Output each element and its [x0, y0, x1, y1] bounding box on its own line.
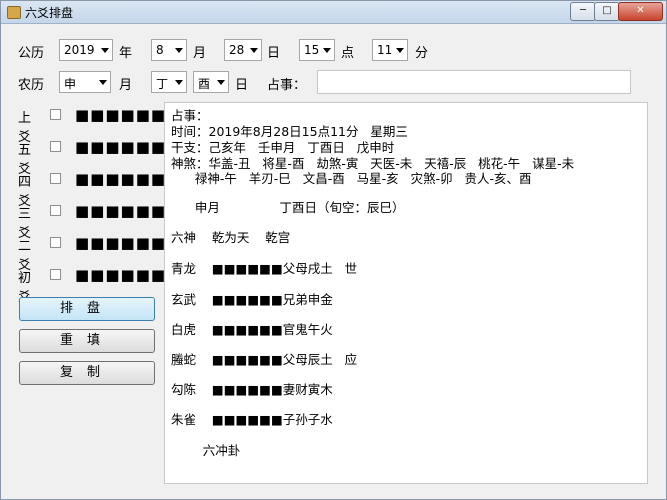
- minute-value: 11: [377, 43, 393, 57]
- lunar-month-select[interactable]: 申: [59, 71, 111, 93]
- output-line: 六神 乾为天 乾宫: [171, 230, 291, 245]
- lunar-month-value: 申: [64, 77, 77, 91]
- yao-bars: ■■■■■■: [75, 138, 167, 156]
- month-value: 8: [156, 43, 164, 57]
- yao-bars: ■■■■■■: [75, 266, 167, 284]
- yao-checkbox[interactable]: [50, 141, 61, 152]
- chevron-down-icon: [323, 48, 331, 53]
- chevron-down-icon: [175, 80, 183, 85]
- lunar-month-unit: 月: [119, 78, 133, 93]
- output-line: 白虎 ■■■■■■官鬼午火: [171, 322, 333, 337]
- year-select[interactable]: 2019: [59, 39, 113, 61]
- lunar-day-branch-value: 酉: [198, 77, 211, 91]
- yao-checkbox[interactable]: [50, 205, 61, 216]
- scrollbar[interactable]: [650, 102, 662, 484]
- matter-label: 占事：: [267, 78, 307, 93]
- app-window: 六爻排盘 ─ □ ✕ 公历 2019 年 8 月 28 日 15 点 11 分 …: [0, 0, 667, 500]
- output-line: 青龙 ■■■■■■父母戌土 世: [171, 261, 358, 276]
- lunar-day-stem-value: 丁: [156, 77, 169, 91]
- output-line: 螣蛇 ■■■■■■父母辰土 应: [171, 352, 358, 367]
- output-line: 禄神-午 羊刃-巳 文昌-酉 马星-亥 灾煞-卯 贵人-亥、酉: [171, 171, 532, 186]
- chevron-down-icon: [217, 80, 225, 85]
- output-line: 申月 丁酉日（旬空：辰巳）: [171, 200, 405, 215]
- minute-unit: 分: [415, 46, 429, 61]
- month-unit: 月: [193, 46, 207, 61]
- yao-bars: ■■■■■■: [75, 234, 167, 252]
- hour-select[interactable]: 15: [299, 39, 335, 61]
- lunar-day-unit: 日: [235, 78, 249, 93]
- year-value: 2019: [64, 43, 95, 57]
- matter-input[interactable]: [317, 70, 631, 94]
- copy-button[interactable]: 复制: [19, 361, 155, 385]
- close-button[interactable]: ✕: [618, 2, 663, 21]
- yao-checkbox[interactable]: [50, 109, 61, 120]
- yao-bars: ■■■■■■: [75, 170, 167, 188]
- chevron-down-icon: [250, 48, 258, 53]
- month-select[interactable]: 8: [151, 39, 187, 61]
- solar-label: 公历: [18, 46, 45, 61]
- day-value: 28: [229, 43, 245, 57]
- output-line: 玄武 ■■■■■■兄弟申金: [171, 292, 333, 307]
- result-textarea[interactable]: 占事： 时间：2019年8月28日15点11分 星期三 干支：己亥年 壬申月 丁…: [164, 102, 648, 484]
- day-unit: 日: [267, 46, 281, 61]
- hour-unit: 点: [341, 46, 355, 61]
- chevron-down-icon: [396, 48, 404, 53]
- yao-bars: ■■■■■■: [75, 106, 167, 124]
- output-line: 六冲卦: [171, 443, 241, 458]
- yao-checkbox[interactable]: [50, 269, 61, 280]
- hour-value: 15: [304, 43, 320, 57]
- year-unit: 年: [119, 46, 133, 61]
- chevron-down-icon: [101, 48, 109, 53]
- window-title: 六爻排盘: [25, 6, 74, 20]
- output-line: 朱雀 ■■■■■■子孙子水: [171, 412, 333, 427]
- yao-bars: ■■■■■■: [75, 202, 167, 220]
- output-line: 勾陈 ■■■■■■妻财寅木: [171, 382, 333, 397]
- refill-button[interactable]: 重填: [19, 329, 155, 353]
- arrange-button[interactable]: 排盘: [19, 297, 155, 321]
- chevron-down-icon: [175, 48, 183, 53]
- maximize-button[interactable]: □: [594, 2, 620, 21]
- yao-checkbox[interactable]: [50, 173, 61, 184]
- minute-select[interactable]: 11: [372, 39, 408, 61]
- minimize-button[interactable]: ─: [570, 2, 596, 21]
- lunar-day-stem-select[interactable]: 丁: [151, 71, 187, 93]
- chevron-down-icon: [99, 80, 107, 85]
- title-bar: 六爻排盘 ─ □ ✕: [1, 1, 666, 24]
- lunar-label: 农历: [18, 78, 45, 93]
- app-icon: [7, 6, 21, 19]
- yao-checkbox[interactable]: [50, 237, 61, 248]
- day-select[interactable]: 28: [224, 39, 262, 61]
- lunar-day-branch-select[interactable]: 酉: [193, 71, 229, 93]
